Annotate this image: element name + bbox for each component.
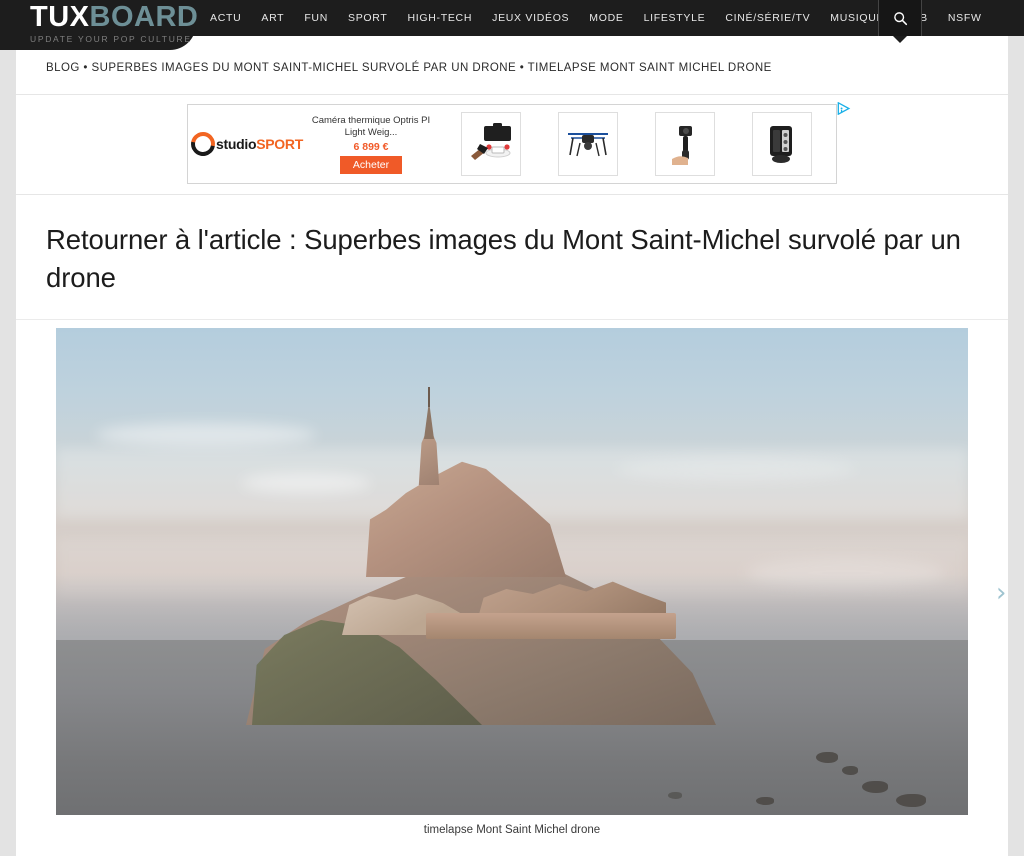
ad-thumbnail-gimbal[interactable] [654, 112, 715, 176]
photo-caption: timelapse Mont Saint Michel drone [423, 824, 601, 836]
logo-wordmark: TUXBOARD [30, 1, 199, 33]
ad-thumbnail-strip [436, 112, 836, 176]
ad-product-title: Caméra thermique Optris PI Light Weig... [311, 114, 431, 139]
nav-item-high-tech[interactable]: HIGH-TECH [397, 0, 482, 36]
nav-item-actu[interactable]: ACTU [200, 0, 251, 36]
adchoices-icon[interactable] [837, 102, 851, 115]
nav-item-lifestyle[interactable]: LIFESTYLE [634, 0, 716, 36]
logo-secondary-text: BOARD [89, 1, 199, 33]
logo-primary-text: TUX [30, 1, 90, 33]
nav-item-mode[interactable]: MODE [579, 0, 633, 36]
ad-unit[interactable]: studioSPORT Caméra thermique Optris PI L… [186, 102, 851, 184]
mont-saint-michel-silhouette [246, 387, 716, 725]
ad-brand-text-secondary: SPORT [256, 136, 303, 152]
page-container: BLOG • SUPERBES IMAGES DU MONT SAINT-MIC… [16, 36, 1008, 856]
search-icon [893, 11, 907, 25]
breadcrumb[interactable]: BLOG • SUPERBES IMAGES DU MONT SAINT-MIC… [46, 62, 978, 74]
ad-thumbnail-quadcopter[interactable] [557, 112, 618, 176]
gimbal-stabilizer-icon [671, 126, 692, 165]
nav-item-jeux-videos[interactable]: JEUX VIDÉOS [482, 0, 579, 36]
studiosport-swirl-icon [186, 127, 220, 161]
photo-viewer-inner: ‹ › timelapse Mont Saint Michel drone [56, 328, 1006, 836]
next-photo-button[interactable]: › [996, 578, 1006, 608]
nav-item-nsfw[interactable]: NSFW [938, 0, 992, 36]
ad-copy-block: Caméra thermique Optris PI Light Weig...… [306, 115, 436, 174]
blue-quadcopter-icon [567, 133, 608, 157]
nav-item-fun[interactable]: FUN [294, 0, 338, 36]
search-button[interactable] [878, 0, 922, 36]
nav-item-cine-serie-tv[interactable]: CINÉ/SÉRIE/TV [715, 0, 820, 36]
photo-viewer: ‹ › timelapse Mont Saint Michel drone [16, 319, 1008, 836]
nav-item-sport[interactable]: SPORT [338, 0, 397, 36]
drone-case-icon [470, 123, 511, 160]
ad-buy-button[interactable]: Acheter [339, 155, 403, 174]
site-logo[interactable]: TUXBOARD UPDATE YOUR POP CULTURE [0, 0, 199, 50]
search-caret-indicator [893, 36, 907, 43]
article-title-wrap: Retourner à l'article : Superbes images … [16, 195, 1008, 319]
logo-tagline: UPDATE YOUR POP CULTURE [30, 34, 192, 44]
advertisement-region: studioSPORT Caméra thermique Optris PI L… [16, 94, 1008, 195]
ad-product-price: 6 899 € [353, 140, 389, 153]
main-navigation: ACTU ART FUN SPORT HIGH-TECH JEUX VIDÉOS… [200, 0, 992, 36]
ad-thumbnail-action-camera[interactable] [751, 112, 812, 176]
nav-item-art[interactable]: ART [251, 0, 294, 36]
photo-image[interactable] [56, 328, 968, 815]
ad-brand-logo[interactable]: studioSPORT [186, 105, 306, 183]
page-title: Retourner à l'article : Superbes images … [46, 224, 961, 293]
site-header: TUXBOARD UPDATE YOUR POP CULTURE ACTU AR… [0, 0, 1024, 50]
ad-brand-text-primary: studio [216, 136, 257, 152]
ad-thumbnail-drone-case[interactable] [460, 112, 521, 176]
action-camera-icon [769, 126, 792, 163]
